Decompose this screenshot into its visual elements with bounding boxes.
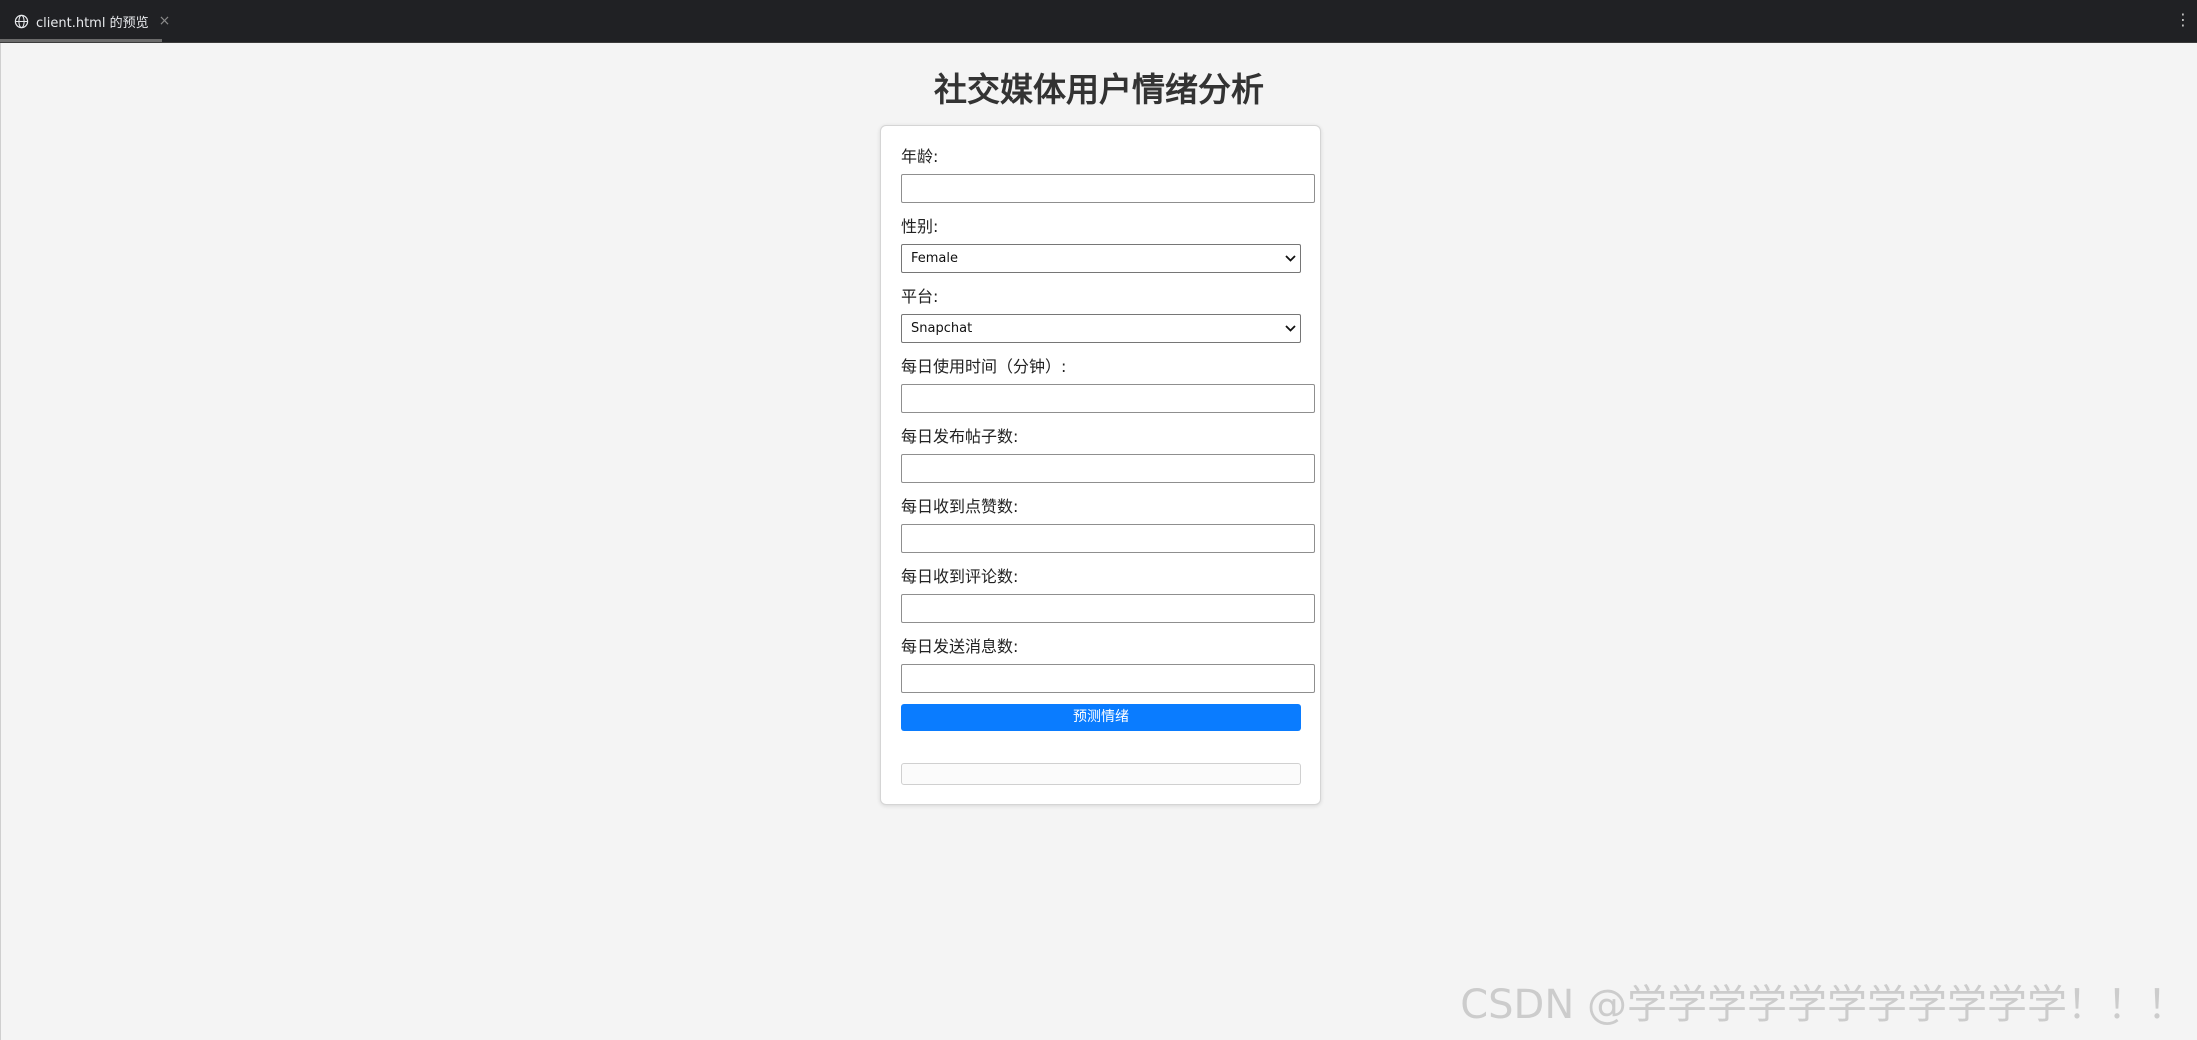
page-content: 社交媒体用户情绪分析 年龄: 性别: Female 平台: Snapchat 每… [0,43,2197,1040]
platform-select[interactable]: Snapchat [901,314,1301,343]
comments-input[interactable] [901,594,1315,623]
result-box [901,763,1301,785]
globe-icon [14,14,29,29]
gender-select[interactable]: Female [901,244,1301,273]
more-menu-icon[interactable]: ⋮ [2175,10,2191,30]
age-field: 年龄: [901,146,1315,203]
daily-usage-label: 每日使用时间（分钟）: [901,357,1067,376]
posts-input[interactable] [901,454,1315,483]
platform-field: 平台: Snapchat [901,286,1301,343]
comments-label: 每日收到评论数: [901,567,1019,586]
likes-field: 每日收到点赞数: [901,496,1315,553]
page-title: 社交媒体用户情绪分析 [934,70,1264,109]
chevron-down-icon [1284,315,1296,342]
form-card: 年龄: 性别: Female 平台: Snapchat 每日使用时间（分钟）: [880,125,1321,805]
browser-tab[interactable]: client.html 的预览 × [0,0,170,42]
comments-field: 每日收到评论数: [901,566,1315,623]
browser-tab-bar: client.html 的预览 × ⋮ [0,0,2197,43]
tab-title: client.html 的预览 [36,15,149,31]
posts-label: 每日发布帖子数: [901,427,1019,446]
likes-label: 每日收到点赞数: [901,497,1019,516]
chevron-down-icon [1284,245,1296,272]
messages-field: 每日发送消息数: [901,636,1315,693]
gender-label: 性别: [901,217,939,236]
age-label: 年龄: [901,147,939,166]
platform-label: 平台: [901,287,939,306]
age-input[interactable] [901,174,1315,203]
predict-sentiment-button[interactable]: 预测情绪 [901,704,1301,731]
daily-usage-input[interactable] [901,384,1315,413]
messages-input[interactable] [901,664,1315,693]
active-tab-indicator [0,39,162,42]
posts-field: 每日发布帖子数: [901,426,1315,483]
gender-field: 性别: Female [901,216,1301,273]
likes-input[interactable] [901,524,1315,553]
daily-usage-field: 每日使用时间（分钟）: [901,356,1315,413]
csdn-watermark: CSDN @学学学学学学学学学学学！！！ [1460,982,2187,1028]
messages-label: 每日发送消息数: [901,637,1019,656]
gender-selected-value: Female [911,251,959,266]
platform-selected-value: Snapchat [911,321,973,336]
tab-close-icon[interactable]: × [159,13,171,29]
